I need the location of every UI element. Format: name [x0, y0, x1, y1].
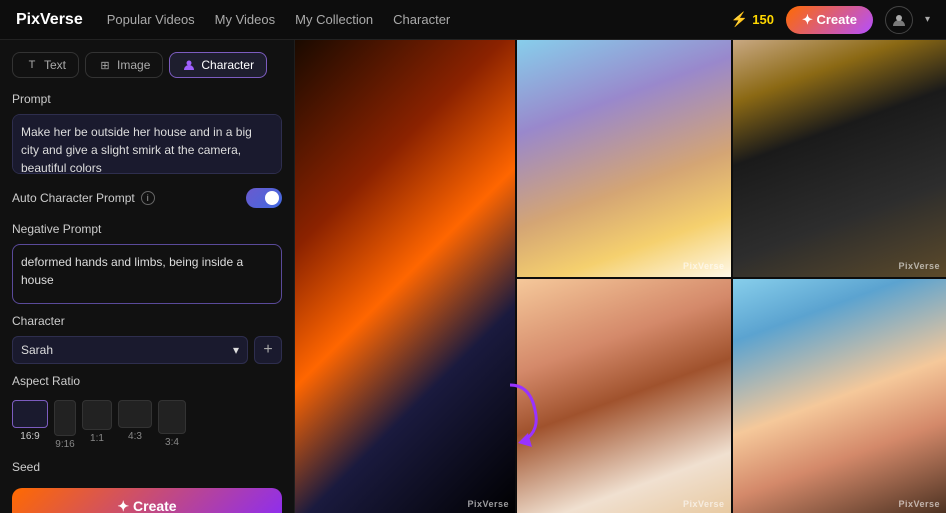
seed-section: Seed — [12, 460, 282, 478]
auto-character-label: Auto Character Prompt i — [12, 191, 155, 205]
aspect-9-16-box — [54, 400, 76, 436]
aspect-ratio-label: Aspect Ratio — [12, 374, 282, 388]
user-avatar[interactable] — [885, 6, 913, 34]
gallery-item-brunette[interactable]: PixVerse — [517, 279, 731, 513]
gallery: PixVerse PixVerse PixVerse PixVerse PixV… — [295, 40, 946, 513]
character-row: Sarah ▾ + — [12, 336, 282, 364]
nav-popular-videos[interactable]: Popular Videos — [107, 12, 195, 27]
tab-text[interactable]: T Text — [12, 52, 79, 78]
logo: PixVerse — [16, 11, 83, 29]
gallery-item-man-smile[interactable]: PixVerse — [733, 279, 946, 513]
aspect-1-1[interactable]: 1:1 — [82, 400, 112, 450]
prompt-input[interactable] — [12, 114, 282, 174]
tab-row: T Text ⊞ Image Character — [12, 52, 282, 78]
energy-badge: ⚡ 150 — [731, 11, 774, 28]
seed-label: Seed — [12, 460, 282, 474]
pixverse-watermark-3: PixVerse — [898, 261, 940, 271]
lightning-icon: ⚡ — [731, 11, 748, 28]
aspect-3-4-box — [158, 400, 186, 434]
nav-character[interactable]: Character — [393, 12, 450, 27]
nav-my-videos[interactable]: My Videos — [215, 12, 275, 27]
aspect-ratio-section: Aspect Ratio 16:9 9:16 1:1 4:3 — [12, 374, 282, 450]
main-content: T Text ⊞ Image Character Prompt — [0, 40, 946, 513]
aspect-ratio-options: 16:9 9:16 1:1 4:3 3:4 — [12, 400, 282, 450]
character-tab-icon — [182, 58, 196, 72]
aspect-9-16[interactable]: 9:16 — [54, 400, 76, 450]
create-button[interactable]: ✦ Create — [12, 488, 282, 513]
nav-my-collection[interactable]: My Collection — [295, 12, 373, 27]
chevron-down-icon: ▾ — [233, 343, 239, 357]
header-create-button[interactable]: ✦ Create — [786, 6, 873, 34]
aspect-16-9-box — [12, 400, 48, 428]
aspect-16-9[interactable]: 16:9 — [12, 400, 48, 450]
prompt-label: Prompt — [12, 92, 282, 106]
negative-prompt-section: Negative Prompt — [12, 222, 282, 304]
prompt-section: Prompt — [12, 92, 282, 174]
gallery-item-blonde[interactable]: PixVerse — [517, 40, 731, 277]
info-icon[interactable]: i — [141, 191, 155, 205]
aspect-1-1-box — [82, 400, 112, 430]
auto-character-row: Auto Character Prompt i — [12, 184, 282, 212]
text-tab-icon: T — [25, 58, 39, 72]
energy-count: 150 — [752, 12, 774, 27]
aspect-3-4[interactable]: 3:4 — [158, 400, 186, 450]
header: PixVerse Popular Videos My Videos My Col… — [0, 0, 946, 40]
aspect-4-3-box — [118, 400, 152, 428]
header-right: ⚡ 150 ✦ Create ▾ — [731, 6, 930, 34]
auto-character-toggle[interactable] — [246, 188, 282, 208]
pixverse-watermark-1: PixVerse — [467, 499, 509, 509]
pixverse-watermark-4: PixVerse — [683, 499, 725, 509]
main-nav: Popular Videos My Videos My Collection C… — [107, 12, 731, 27]
tab-image[interactable]: ⊞ Image — [85, 52, 163, 78]
negative-prompt-label: Negative Prompt — [12, 222, 282, 236]
image-tab-icon: ⊞ — [98, 58, 112, 72]
character-section: Character Sarah ▾ + — [12, 314, 282, 364]
tab-character[interactable]: Character — [169, 52, 267, 78]
add-character-button[interactable]: + — [254, 336, 282, 364]
user-menu-chevron[interactable]: ▾ — [925, 14, 930, 25]
aspect-4-3[interactable]: 4:3 — [118, 400, 152, 450]
negative-prompt-input[interactable] — [12, 244, 282, 304]
pixverse-watermark-2: PixVerse — [683, 261, 725, 271]
character-label: Character — [12, 314, 282, 328]
gallery-item-hijab[interactable]: PixVerse — [733, 40, 946, 277]
character-select[interactable]: Sarah ▾ — [12, 336, 248, 364]
left-panel: T Text ⊞ Image Character Prompt — [0, 40, 295, 513]
pixverse-watermark-5: PixVerse — [898, 499, 940, 509]
gallery-item-ironman[interactable]: PixVerse — [295, 40, 515, 513]
